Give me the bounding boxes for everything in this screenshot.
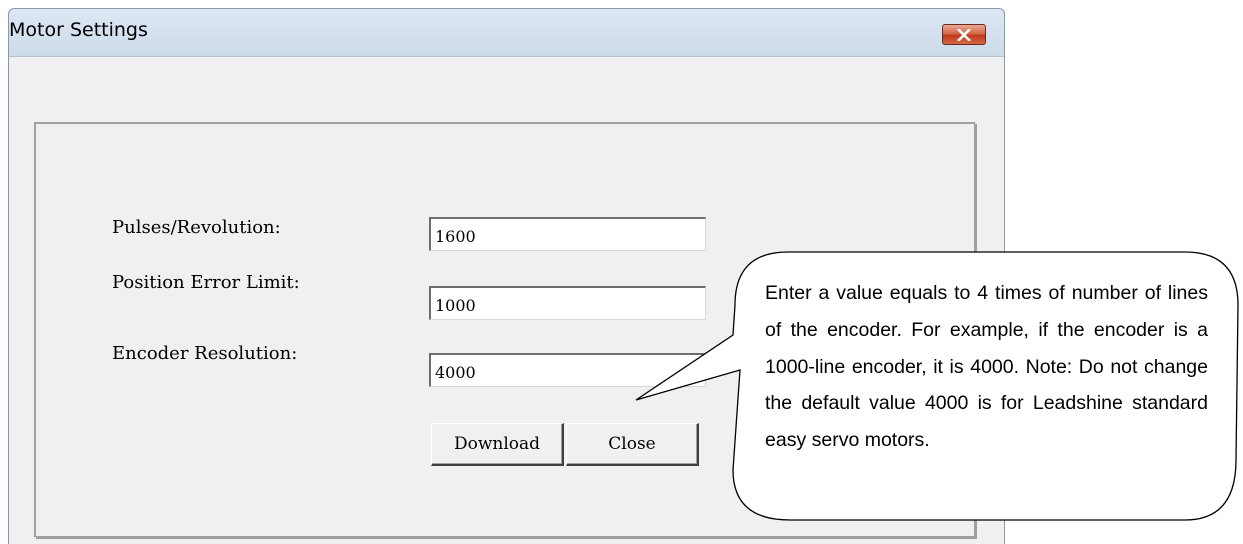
pulses-per-revolution-label: Pulses/Revolution: [112,217,281,238]
encoder-resolution-label: Encoder Resolution: [112,343,298,364]
pulses-per-revolution-input[interactable]: 1600 [429,217,706,251]
position-error-limit-label: Position Error Limit: [112,272,300,293]
position-error-limit-input[interactable]: 1000 [429,286,706,320]
encoder-resolution-input[interactable]: 4000 [429,353,706,387]
window-title: Motor Settings [9,19,148,41]
title-bar[interactable]: Motor Settings [9,9,1004,57]
window-close-button[interactable] [942,24,986,45]
callout-text: Enter a value equals to 4 times of numbe… [765,282,1208,452]
download-button[interactable]: Download [431,423,564,466]
close-x-icon [957,28,971,41]
close-button[interactable]: Close [566,423,699,466]
